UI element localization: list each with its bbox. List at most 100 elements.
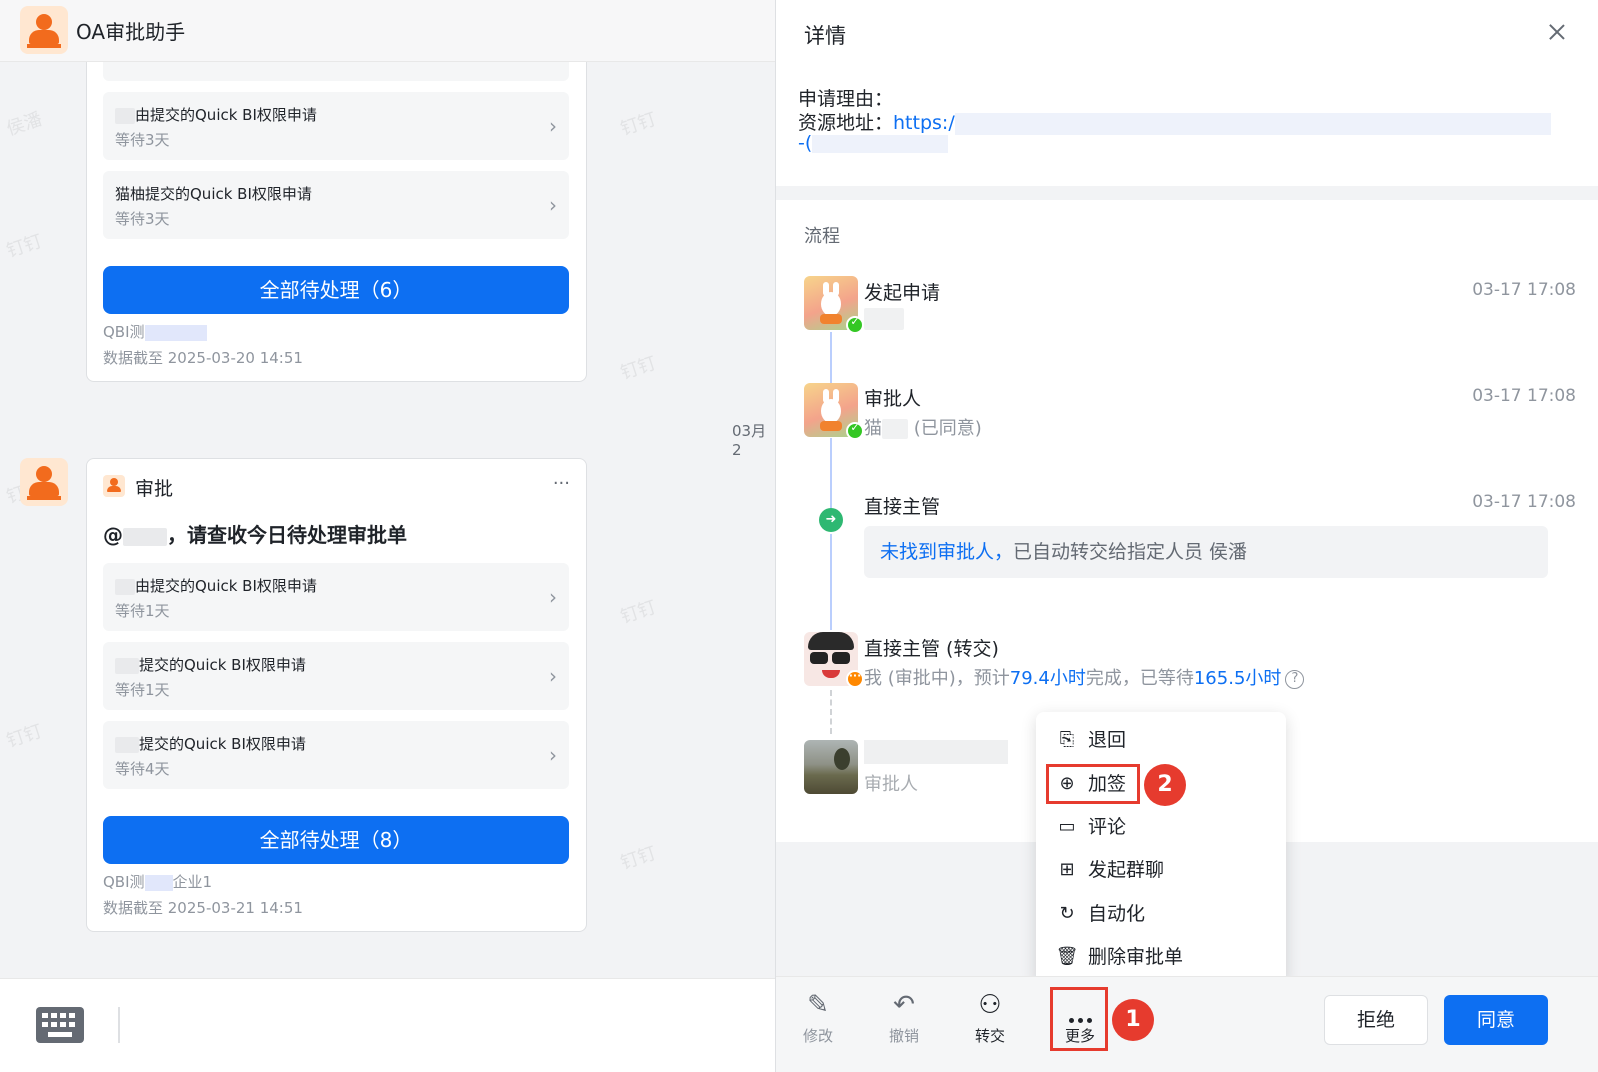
file-return-icon: ⎘	[1059, 729, 1075, 750]
pending-approver-avatar[interactable]	[804, 740, 858, 794]
node-title: 直接主管 (转交)	[864, 638, 999, 660]
trash-icon: 🗑	[1055, 946, 1079, 967]
menu-item-delete[interactable]: 🗑 删除审批单	[1054, 939, 1274, 975]
watermark: 钉钉	[618, 596, 659, 628]
chevron-right-icon: ›	[549, 193, 557, 217]
flow-label: 流程	[804, 226, 840, 247]
all-pending-button[interactable]: 全部待处理（6）	[103, 266, 569, 314]
all-pending-button[interactable]: 全部待处理（8）	[103, 816, 569, 864]
card-heading: @ ，请查收今日待处理审批单	[103, 523, 407, 547]
more-highlight-box	[1050, 987, 1108, 1051]
transfer-arrow-icon: ➜	[819, 508, 843, 532]
current-approver-status: 我 (审批中)，预计79.4小时完成，已等待165.5小时?	[864, 664, 1305, 690]
approval-card-2: 审批 ··· @ ，请查收今日待处理审批单 由提交的Quick BI权限申请 等待…	[86, 458, 587, 932]
card-source: QBI测	[103, 321, 207, 342]
auto-transfer-notice: 未找到审批人，已自动转交给指定人员 侯潘	[864, 526, 1548, 578]
bot-avatar[interactable]	[20, 458, 68, 506]
approve-button[interactable]: 同意	[1444, 995, 1548, 1045]
reason-label: 申请理由：	[798, 88, 894, 110]
node-time: 03-17 17:08	[1472, 492, 1576, 512]
chevron-right-icon: ›	[549, 743, 557, 767]
node-time: 03-17 17:08	[1472, 280, 1576, 300]
watermark: 钉钉	[618, 842, 659, 874]
step-badge-2: 2	[1144, 764, 1186, 806]
watermark: 侯潘	[4, 108, 45, 140]
chevron-right-icon: ›	[549, 664, 557, 688]
chevron-right-icon: ›	[549, 114, 557, 138]
undo-icon: ↶	[893, 990, 915, 1020]
card-data-time: 数据截至 2025-03-21 14:51	[103, 899, 303, 917]
auto-transfer-highlight[interactable]: 未找到审批人，	[880, 541, 1013, 563]
action-bar: ✎ 修改 ↶ 撤销 ⚇ 转交 更多 1 拒绝 同意	[776, 976, 1598, 1072]
node-title: 审批人	[864, 388, 922, 410]
request-wait: 等待3天	[115, 131, 170, 149]
timeline-line	[830, 534, 832, 630]
revoke-button[interactable]: ↶ 撤销	[874, 989, 934, 1053]
menu-item-automation[interactable]: ↻ 自动化	[1054, 896, 1274, 932]
detail-title: 详情	[804, 24, 846, 48]
info-partial-line	[798, 70, 938, 78]
pending-approver-role: 审批人	[864, 774, 918, 795]
approval-card-1: 由提交的Quick BI权限申请 等待3天 › 猫柚提交的Quick BI权限申…	[86, 20, 587, 382]
pen-icon: ✎	[807, 990, 829, 1020]
menu-item-group-chat[interactable]: ⊞ 发起群聊	[1054, 852, 1274, 888]
edit-button[interactable]: ✎ 修改	[788, 989, 848, 1053]
menu-item-return[interactable]: ⎘ 退回	[1054, 722, 1274, 758]
request-item[interactable]: 由提交的Quick BI权限申请 等待3天 ›	[103, 92, 569, 160]
chat-title: OA审批助手	[76, 20, 186, 44]
keyboard-icon[interactable]	[36, 1007, 84, 1043]
pending-approver-name-redacted	[864, 740, 1008, 764]
chat-header: OA审批助手	[0, 0, 775, 62]
request-wait: 等待1天	[115, 681, 170, 699]
resource-link[interactable]: https:/	[893, 112, 955, 134]
comment-icon: ▭	[1058, 816, 1076, 837]
timeline-line-dashed	[830, 690, 832, 734]
chat-input-bar	[0, 978, 775, 1072]
card-source: QBI测 企业1	[103, 873, 213, 891]
request-item[interactable]: 提交的Quick BI权限申请 等待4天 ›	[103, 721, 569, 789]
close-icon[interactable]	[1545, 20, 1569, 44]
node-title: 直接主管	[864, 496, 941, 518]
more-menu: ⎘ 退回 ⊕ 加签 ▭ 评论 ⊞ 发起群聊 ↻ 自动化 🗑 删除审批单 2	[1036, 712, 1286, 984]
card-data-time: 数据截至 2025-03-20 14:51	[103, 349, 303, 367]
applicant-name-redacted	[864, 308, 904, 330]
request-title: 提交的Quick BI权限申请	[115, 654, 306, 675]
step-badge-1: 1	[1112, 999, 1154, 1041]
chat-pane: OA审批助手 侯潘 钉钉 钉钉 钉钉 钉钉 钉钉 钉钉 钉钉 由提交的Quick…	[0, 0, 775, 1072]
request-wait: 等待1天	[115, 602, 170, 620]
timeline-line	[830, 332, 832, 384]
node-title: 发起申请	[864, 282, 941, 304]
detail-panel: 详情 申请理由： 资源地址：https:/ -( 流程 ✓ 发起申请 03-17…	[775, 0, 1598, 1072]
group-chat-icon: ⊞	[1059, 859, 1075, 880]
resource-line: 资源地址：https:/	[798, 108, 1551, 135]
automation-icon: ↻	[1059, 903, 1075, 924]
request-item[interactable]: 由提交的Quick BI权限申请 等待1天 ›	[103, 563, 569, 631]
reject-button[interactable]: 拒绝	[1324, 995, 1428, 1045]
approved-check-icon: ✓	[846, 421, 864, 440]
menu-item-comment[interactable]: ▭ 评论	[1054, 809, 1274, 845]
watermark: 钉钉	[4, 230, 45, 262]
watermark: 钉钉	[618, 352, 659, 384]
card-label: 审批	[135, 478, 174, 500]
timeline-line	[830, 438, 832, 508]
section-divider	[776, 186, 1598, 200]
resource-link-cont[interactable]: -(	[798, 132, 949, 154]
message-timestamp: 03月2	[732, 422, 767, 459]
request-wait: 等待3天	[115, 210, 170, 228]
request-title: 由提交的Quick BI权限申请	[115, 104, 317, 125]
node-time: 03-17 17:08	[1472, 386, 1576, 406]
user-transfer-icon: ⚇	[978, 990, 1002, 1020]
approval-app-icon	[103, 475, 125, 497]
transfer-button[interactable]: ⚇ 转交	[960, 989, 1020, 1053]
request-item[interactable]: 提交的Quick BI权限申请 等待1天 ›	[103, 642, 569, 710]
request-item[interactable]: 猫柚提交的Quick BI权限申请 等待3天 ›	[103, 171, 569, 239]
in-progress-icon: ···	[846, 669, 864, 688]
chevron-right-icon: ›	[549, 585, 557, 609]
request-title: 提交的Quick BI权限申请	[115, 733, 306, 754]
request-title: 由提交的Quick BI权限申请	[115, 575, 317, 596]
help-icon[interactable]: ?	[1285, 669, 1305, 689]
more-options-icon[interactable]: ···	[553, 473, 570, 494]
watermark: 钉钉	[4, 720, 45, 752]
bot-avatar[interactable]	[20, 6, 68, 54]
watermark: 钉钉	[618, 108, 659, 140]
